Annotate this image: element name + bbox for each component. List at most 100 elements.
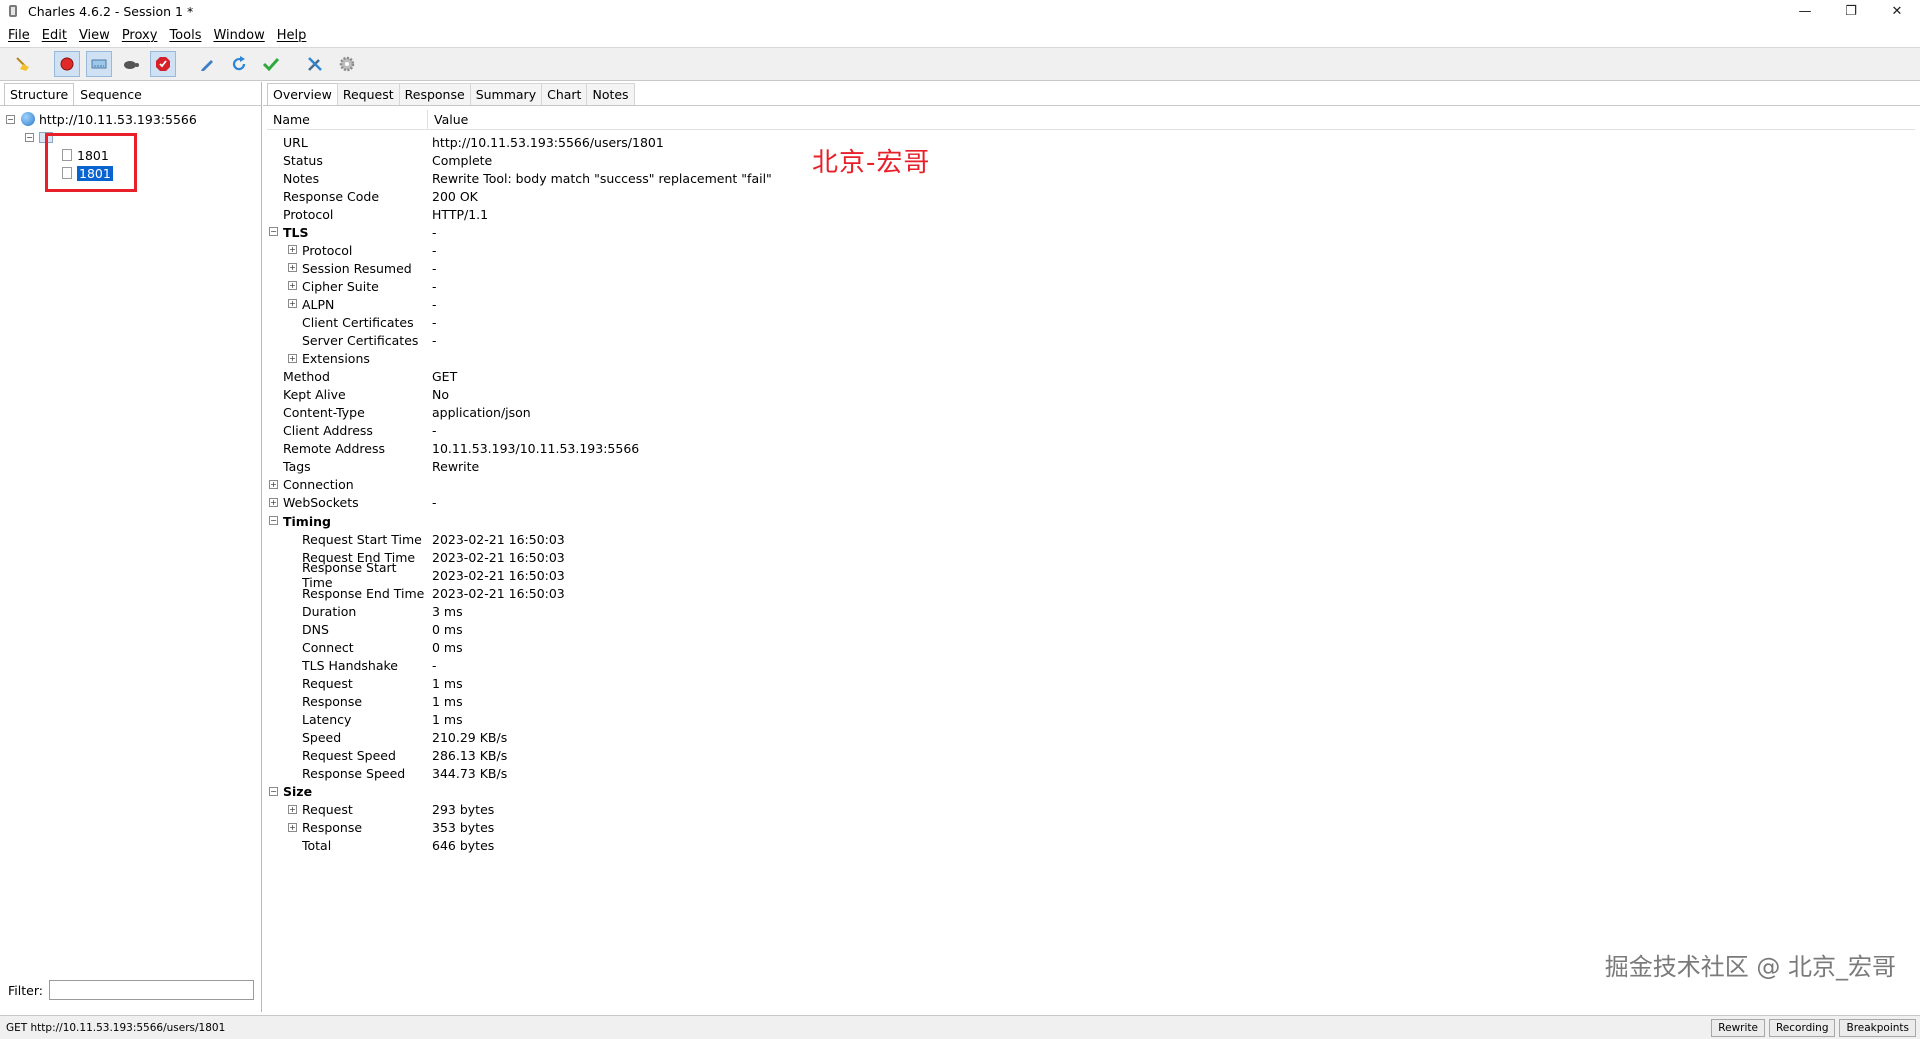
turtle-button[interactable] (118, 51, 144, 77)
overview-row[interactable]: + ALPN - (267, 295, 1915, 313)
refresh-icon (232, 56, 246, 71)
filter-input[interactable] (48, 980, 254, 1000)
minimize-button[interactable]: — (1782, 0, 1828, 22)
restore-button[interactable]: ❐ (1828, 0, 1874, 22)
overview-row[interactable]: Connect 0 ms (267, 638, 1915, 656)
overview-row[interactable]: Notes Rewrite Tool: body match "success" … (267, 169, 1915, 187)
tab-sequence[interactable]: Sequence (74, 83, 148, 105)
overview-row[interactable]: URL http://10.11.53.193:5566/users/1801 (267, 133, 1915, 151)
record-button[interactable] (54, 51, 80, 77)
throttle-button[interactable] (86, 51, 112, 77)
collapse-icon[interactable]: − (269, 227, 278, 237)
status-rewrite-button[interactable]: Rewrite (1711, 1018, 1765, 1037)
overview-row[interactable]: Client Address - (267, 422, 1915, 440)
expand-icon[interactable]: + (288, 281, 297, 291)
overview-row[interactable]: + Session Resumed - (267, 259, 1915, 277)
row-name: DNS (302, 621, 329, 637)
overview-row[interactable]: Request Speed 286.13 KB/s (267, 747, 1915, 765)
status-recording-button[interactable]: Recording (1768, 1018, 1836, 1037)
overview-row[interactable]: Tags Rewrite (267, 458, 1915, 476)
compose-button[interactable] (194, 51, 220, 77)
expand-icon[interactable]: + (288, 822, 297, 832)
overview-row[interactable]: Server Certificates - (267, 332, 1915, 350)
tab-request[interactable]: Request (336, 83, 400, 105)
settings-button[interactable] (334, 51, 360, 77)
detail-panel: Overview Request Response Summary Chart … (263, 82, 1920, 1012)
menu-view[interactable]: View (79, 28, 110, 43)
expand-icon[interactable]: + (269, 479, 278, 489)
overview-row[interactable]: Latency 1 ms (267, 711, 1915, 729)
overview-row[interactable]: + Extensions (267, 350, 1915, 368)
overview-row[interactable]: Kept Alive No (267, 386, 1915, 404)
expand-icon[interactable]: + (269, 497, 278, 507)
status-breakpoints-button[interactable]: Breakpoints (1839, 1018, 1916, 1037)
row-value: 1 ms (432, 712, 463, 728)
expand-icon[interactable]: + (288, 804, 297, 814)
collapse-icon[interactable]: − (269, 515, 278, 525)
tab-overview[interactable]: Overview (267, 83, 338, 105)
column-value-header[interactable]: Value (428, 110, 468, 129)
row-value: - (432, 260, 437, 276)
overview-row[interactable]: Request 1 ms (267, 674, 1915, 692)
expand-icon[interactable]: + (288, 263, 297, 273)
overview-row[interactable]: Remote Address 10.11.53.193/10.11.53.193:… (267, 440, 1915, 458)
overview-row[interactable]: Response 1 ms (267, 692, 1915, 710)
tab-summary[interactable]: Summary (469, 83, 543, 105)
overview-row[interactable]: Total 646 bytes (267, 837, 1915, 855)
overview-row[interactable]: Response Start Time 2023-02-21 16:50:03 (267, 560, 1915, 590)
row-name: Protocol (283, 206, 334, 222)
overview-row[interactable]: + Connection (267, 476, 1915, 494)
overview-row[interactable]: Status Complete (267, 151, 1915, 169)
menu-file[interactable]: File (8, 28, 30, 43)
overview-row[interactable]: + Response 353 bytes (267, 819, 1915, 837)
expand-icon[interactable]: + (288, 299, 297, 309)
menu-proxy[interactable]: Proxy (122, 28, 158, 43)
menu-help[interactable]: Help (277, 28, 307, 43)
overview-row[interactable]: Protocol HTTP/1.1 (267, 205, 1915, 223)
overview-row[interactable]: Response Code 200 OK (267, 187, 1915, 205)
overview-row[interactable]: Method GET (267, 368, 1915, 386)
collapse-icon[interactable]: − (6, 114, 15, 124)
expand-icon[interactable]: + (288, 353, 297, 363)
tab-notes[interactable]: Notes (586, 83, 635, 105)
menu-edit[interactable]: Edit (42, 28, 67, 43)
breakpoints-button[interactable] (150, 51, 176, 77)
overview-row[interactable]: Client Certificates - (267, 313, 1915, 331)
repeat-button[interactable] (226, 51, 252, 77)
column-name-header[interactable]: Name (267, 110, 428, 129)
overview-row[interactable]: Response End Time 2023-02-21 16:50:03 (267, 584, 1915, 602)
validate-button[interactable] (258, 51, 284, 77)
row-name-cell: Notes (267, 169, 428, 187)
clear-session-button[interactable] (10, 51, 36, 77)
overview-row[interactable]: Request End Time 2023-02-21 16:50:03 (267, 548, 1915, 566)
tools-button[interactable] (302, 51, 328, 77)
row-name-cell: + Protocol (267, 241, 428, 259)
collapse-icon[interactable]: − (25, 132, 34, 142)
expand-icon[interactable]: + (288, 245, 297, 255)
overview-row[interactable]: Response Speed 344.73 KB/s (267, 765, 1915, 783)
overview-row[interactable]: − TLS - (267, 223, 1915, 241)
overview-row[interactable]: + Cipher Suite - (267, 277, 1915, 295)
tab-response[interactable]: Response (398, 83, 471, 105)
overview-row[interactable]: − Timing (267, 512, 1915, 530)
overview-row[interactable]: Duration 3 ms (267, 602, 1915, 620)
overview-row[interactable]: + Request 293 bytes (267, 801, 1915, 819)
overview-row[interactable]: TLS Handshake - (267, 656, 1915, 674)
overview-row[interactable]: + Protocol - (267, 241, 1915, 259)
tab-structure[interactable]: Structure (4, 83, 75, 105)
row-name: Kept Alive (283, 387, 346, 403)
row-value: No (432, 387, 449, 403)
collapse-icon[interactable]: − (269, 786, 278, 796)
overview-row[interactable]: Content-Type application/json (267, 404, 1915, 422)
tree-host-row[interactable]: − http://10.11.53.193:5566 (0, 110, 261, 128)
overview-row[interactable]: Request Start Time 2023-02-21 16:50:03 (267, 530, 1915, 548)
close-button[interactable]: ✕ (1874, 0, 1920, 22)
overview-row[interactable]: Speed 210.29 KB/s (267, 729, 1915, 747)
overview-row[interactable]: DNS 0 ms (267, 620, 1915, 638)
row-value: 2023-02-21 16:50:03 (432, 549, 565, 565)
tab-chart[interactable]: Chart (541, 83, 588, 105)
menu-tools[interactable]: Tools (169, 28, 201, 43)
overview-row[interactable]: − Size (267, 783, 1915, 801)
overview-row[interactable]: + WebSockets - (267, 494, 1915, 512)
menu-window[interactable]: Window (213, 28, 264, 43)
